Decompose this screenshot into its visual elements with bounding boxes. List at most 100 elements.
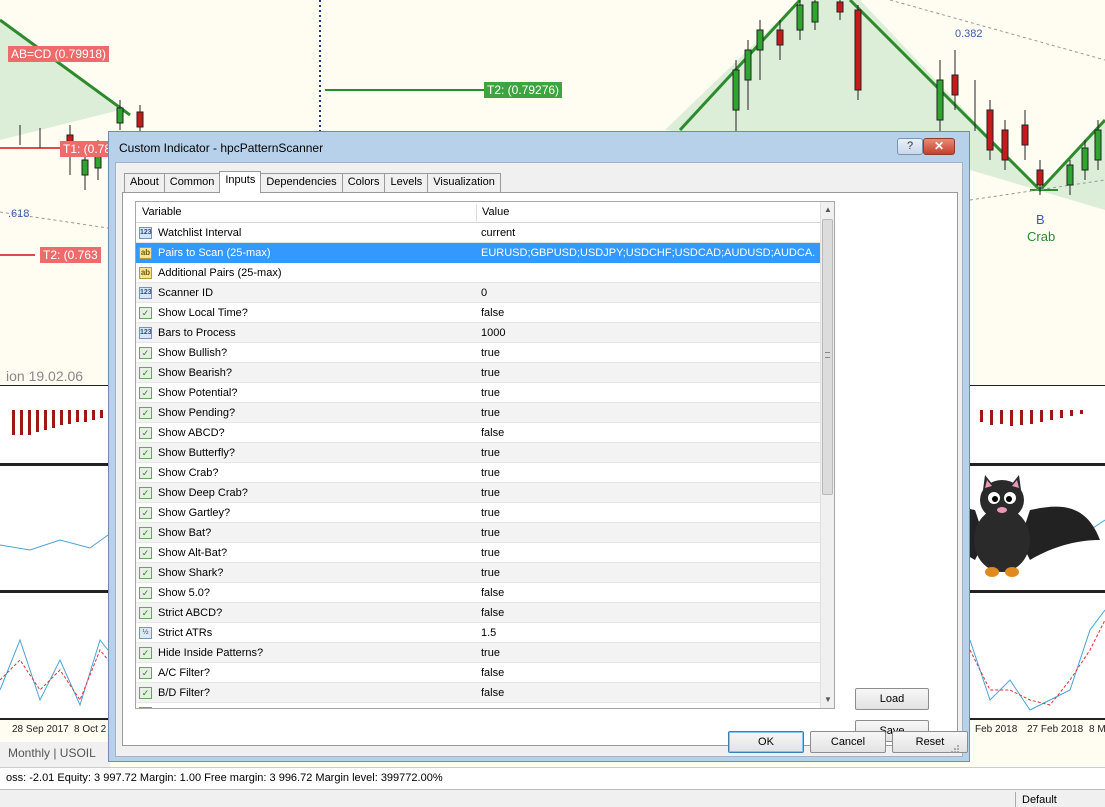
- param-row[interactable]: ✓ Show Gartley? true: [136, 503, 820, 523]
- param-value[interactable]: true: [481, 567, 816, 579]
- scroll-up-icon[interactable]: ▲: [821, 202, 834, 218]
- param-row[interactable]: ✓ Show Crab? true: [136, 463, 820, 483]
- param-name: Show Gartley?: [158, 507, 231, 519]
- boolean-icon: ✓: [139, 367, 152, 379]
- param-value[interactable]: true: [481, 387, 816, 399]
- close-button[interactable]: ✕: [923, 138, 955, 155]
- tab-about[interactable]: About: [124, 173, 165, 192]
- load-button[interactable]: Load: [855, 688, 929, 710]
- boolean-icon: ✓: [139, 567, 152, 579]
- param-value[interactable]: 2: [481, 707, 816, 708]
- scroll-down-icon[interactable]: ▼: [821, 692, 834, 708]
- column-header-variable[interactable]: Variable: [142, 206, 182, 218]
- param-row[interactable]: ✓ Show Butterfly? true: [136, 443, 820, 463]
- param-name: Max Points Shared: [158, 707, 251, 708]
- ok-button[interactable]: OK: [728, 731, 804, 753]
- profile-indicator[interactable]: Default: [1015, 792, 1075, 807]
- boolean-icon: ✓: [139, 307, 152, 319]
- param-row[interactable]: 123 Bars to Process 1000: [136, 323, 820, 343]
- param-row[interactable]: ✓ B/D Filter? false: [136, 683, 820, 703]
- param-name: Show Potential?: [158, 387, 238, 399]
- param-row[interactable]: ✓ Show Potential? true: [136, 383, 820, 403]
- grid-scrollbar[interactable]: ▲ ▼: [820, 202, 834, 708]
- param-row[interactable]: ✓ Show Alt-Bat? true: [136, 543, 820, 563]
- inputs-panel: Variable Value 123 Watchlist Interval curr…: [122, 192, 958, 746]
- param-row[interactable]: ✓ Show Bat? true: [136, 523, 820, 543]
- tab-colors[interactable]: Colors: [341, 173, 386, 192]
- boolean-icon: ✓: [139, 647, 152, 659]
- tab-inputs[interactable]: Inputs: [219, 171, 262, 193]
- param-value[interactable]: true: [481, 407, 816, 419]
- param-value[interactable]: false: [481, 687, 816, 699]
- param-value[interactable]: 1.5: [481, 627, 816, 639]
- param-row[interactable]: ✓ Show Deep Crab? true: [136, 483, 820, 503]
- date-label: 8 M: [1089, 724, 1105, 735]
- param-value[interactable]: 0: [481, 287, 816, 299]
- param-row[interactable]: ✓ Hide Inside Patterns? true: [136, 643, 820, 663]
- param-name: Show Pending?: [158, 407, 236, 419]
- string-icon: ab: [139, 247, 152, 259]
- tab-levels[interactable]: Levels: [384, 173, 429, 192]
- param-value[interactable]: true: [481, 347, 816, 359]
- param-value[interactable]: false: [481, 587, 816, 599]
- param-row[interactable]: ✓ Show Shark? true: [136, 563, 820, 583]
- param-row[interactable]: 123 Scanner ID 0: [136, 283, 820, 303]
- param-row[interactable]: ✓ Show Local Time? false: [136, 303, 820, 323]
- grid-rows: 123 Watchlist Interval current ab Pairs to S…: [136, 223, 820, 708]
- dialog-titlebar[interactable]: Custom Indicator - hpcPatternScanner ? ✕: [109, 132, 969, 162]
- param-value[interactable]: true: [481, 547, 816, 559]
- param-value[interactable]: EURUSD;GBPUSD;USDJPY;USDCHF;USDCAD;AUDUS…: [481, 247, 816, 259]
- param-name: Additional Pairs (25-max): [158, 267, 282, 279]
- param-row[interactable]: ✓ Show Bullish? true: [136, 343, 820, 363]
- param-value[interactable]: true: [481, 487, 816, 499]
- column-header-value[interactable]: Value: [482, 206, 509, 218]
- param-row[interactable]: 123 Watchlist Interval current: [136, 223, 820, 243]
- param-value[interactable]: false: [481, 667, 816, 679]
- param-row[interactable]: ✓ Strict ABCD? false: [136, 603, 820, 623]
- custom-indicator-dialog: Custom Indicator - hpcPatternScanner ? ✕…: [108, 131, 970, 762]
- tab-dependencies[interactable]: Dependencies: [260, 173, 343, 192]
- bottom-status-bar: Default: [0, 789, 1105, 807]
- param-row[interactable]: ✓ Show Bearish? true: [136, 363, 820, 383]
- param-value[interactable]: 1000: [481, 327, 816, 339]
- param-row[interactable]: 123 Max Points Shared 2: [136, 703, 820, 708]
- param-row[interactable]: ab Additional Pairs (25-max): [136, 263, 820, 283]
- param-value[interactable]: true: [481, 447, 816, 459]
- param-name: Show Deep Crab?: [158, 487, 248, 499]
- param-value[interactable]: true: [481, 367, 816, 379]
- param-value[interactable]: true: [481, 507, 816, 519]
- param-name: Hide Inside Patterns?: [158, 647, 264, 659]
- tab-visualization[interactable]: Visualization: [427, 173, 501, 192]
- tab-strip: About Common Inputs Dependencies Colors …: [124, 171, 501, 193]
- param-value[interactable]: true: [481, 647, 816, 659]
- param-value[interactable]: false: [481, 427, 816, 439]
- boolean-icon: ✓: [139, 387, 152, 399]
- param-name: Strict ABCD?: [158, 607, 223, 619]
- abcd-label: AB=CD (0.79918): [8, 46, 110, 62]
- help-button[interactable]: ?: [897, 138, 923, 155]
- param-value[interactable]: true: [481, 527, 816, 539]
- param-row[interactable]: ½ Strict ATRs 1.5: [136, 623, 820, 643]
- param-value[interactable]: current: [481, 227, 816, 239]
- param-row[interactable]: ✓ A/C Filter? false: [136, 663, 820, 683]
- inputs-grid: Variable Value 123 Watchlist Interval curr…: [135, 201, 835, 709]
- param-row[interactable]: ✓ Show ABCD? false: [136, 423, 820, 443]
- param-value[interactable]: true: [481, 467, 816, 479]
- cancel-button[interactable]: Cancel: [810, 731, 886, 753]
- param-row[interactable]: ✓ Show Pending? true: [136, 403, 820, 423]
- resize-grip-icon[interactable]: [950, 744, 960, 754]
- tab-common[interactable]: Common: [163, 173, 221, 192]
- dialog-title: Custom Indicator - hpcPatternScanner: [119, 141, 324, 155]
- boolean-icon: ✓: [139, 587, 152, 599]
- scroll-thumb[interactable]: [822, 219, 833, 495]
- double-icon: ½: [139, 627, 152, 639]
- param-value[interactable]: false: [481, 307, 816, 319]
- param-name: Show Butterfly?: [158, 447, 236, 459]
- boolean-icon: ✓: [139, 447, 152, 459]
- param-value[interactable]: false: [481, 607, 816, 619]
- boolean-icon: ✓: [139, 547, 152, 559]
- date-label: 8 Oct 2: [74, 724, 107, 735]
- param-row[interactable]: ✓ Show 5.0? false: [136, 583, 820, 603]
- param-row[interactable]: ab Pairs to Scan (25-max) EURUSD;GBPUSD;US…: [136, 243, 820, 263]
- chart-tab-monthly[interactable]: Monthly | USOIL: [0, 742, 110, 767]
